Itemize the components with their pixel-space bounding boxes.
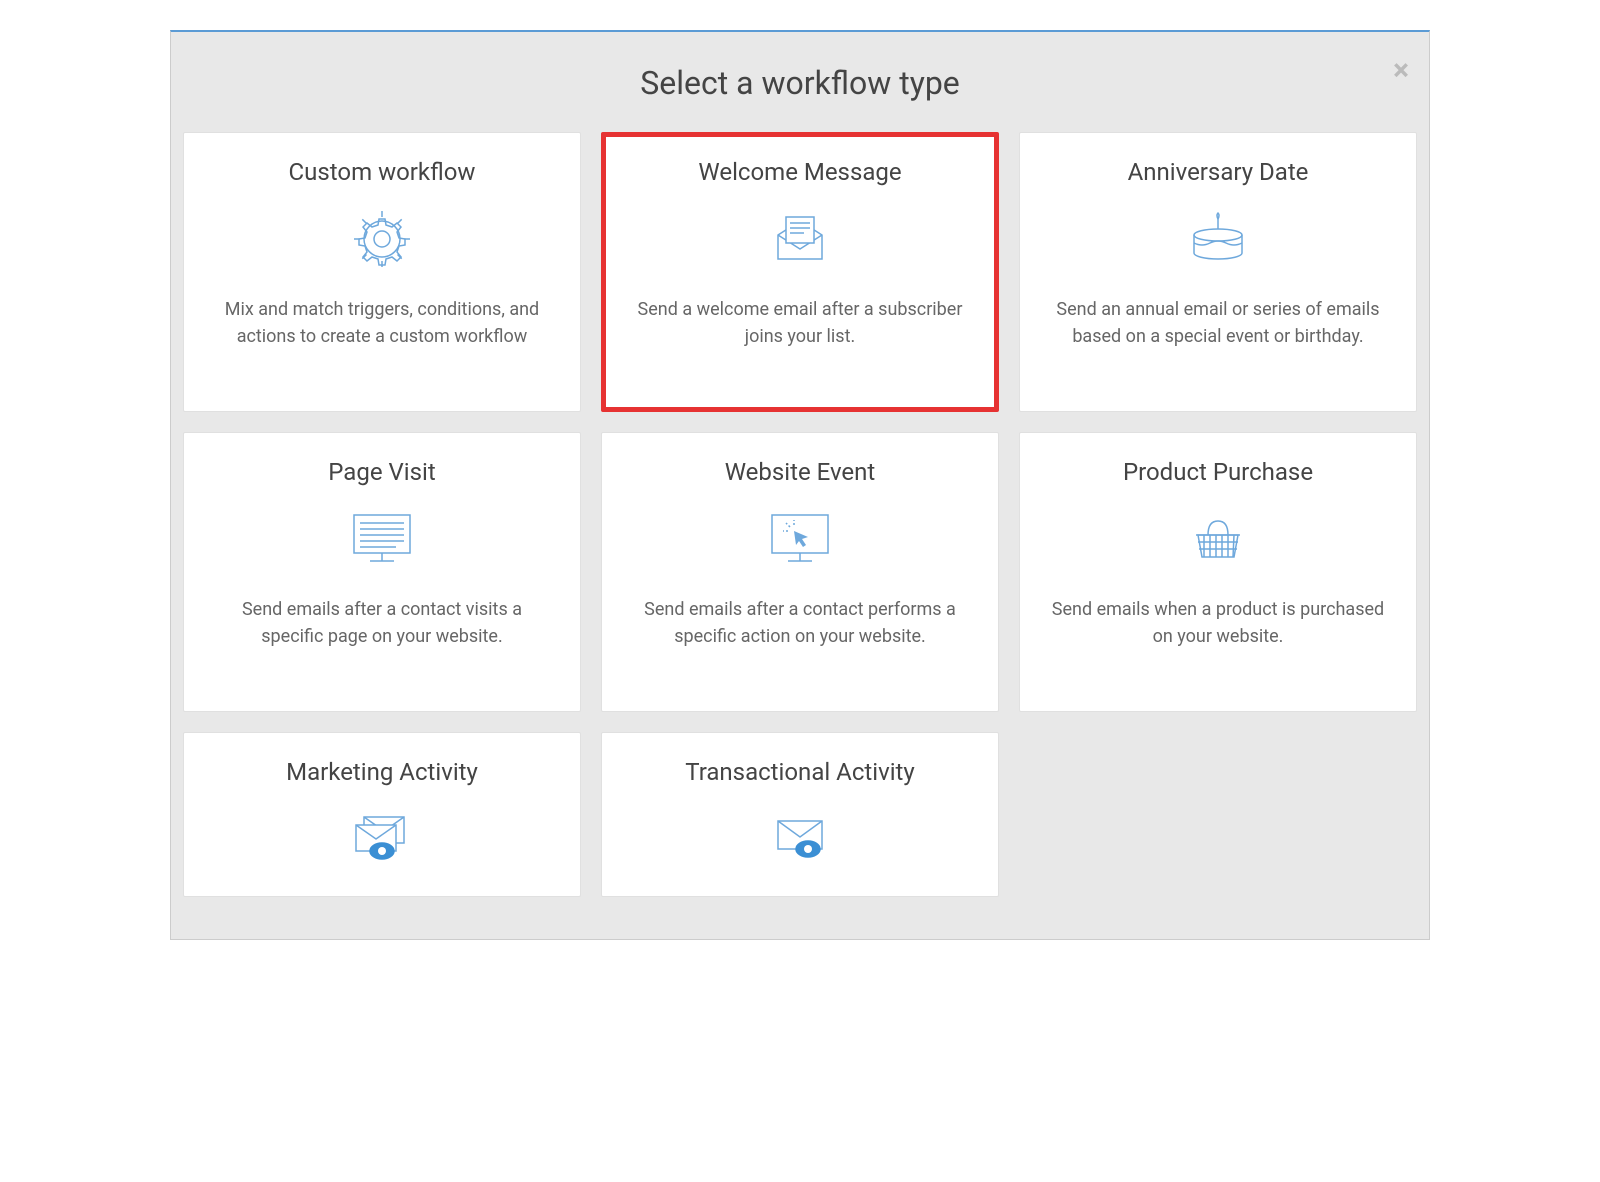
workflow-card-welcome[interactable]: Welcome Message Send a welcome email aft… — [601, 132, 999, 412]
workflow-card-product-purchase[interactable]: Product Purchase Send emails when a prod… — [1019, 432, 1417, 712]
card-title: Marketing Activity — [286, 758, 478, 786]
card-description: Send an annual email or series of emails… — [1045, 296, 1391, 350]
page-monitor-icon — [346, 504, 418, 574]
welcome-envelope-icon — [768, 204, 832, 274]
card-title: Product Purchase — [1123, 458, 1313, 486]
event-monitor-icon — [764, 504, 836, 574]
card-description: Send a welcome email after a subscriber … — [627, 296, 973, 350]
workflow-card-marketing[interactable]: Marketing Activity — [183, 732, 581, 897]
workflow-type-modal: Select a workflow type × Custom workflow… — [170, 30, 1430, 940]
marketing-envelope-icon — [346, 804, 418, 874]
modal-header: Select a workflow type × — [183, 44, 1417, 132]
workflow-card-custom[interactable]: Custom workflow Mix and match triggers, … — [183, 132, 581, 412]
card-description: Send emails when a product is purchased … — [1045, 596, 1391, 650]
workflow-card-transactional[interactable]: Transactional Activity — [601, 732, 999, 897]
card-description: Send emails after a contact performs a s… — [627, 596, 973, 650]
basket-icon — [1186, 504, 1250, 574]
card-title: Custom workflow — [289, 158, 476, 186]
card-title: Welcome Message — [698, 158, 901, 186]
card-description: Send emails after a contact visits a spe… — [209, 596, 555, 650]
card-title: Transactional Activity — [685, 758, 914, 786]
workflow-card-grid: Custom workflow Mix and match triggers, … — [183, 132, 1417, 897]
card-title: Anniversary Date — [1128, 158, 1309, 186]
workflow-card-page-visit[interactable]: Page Visit Send emails after a contact v… — [183, 432, 581, 712]
cake-icon — [1186, 204, 1250, 274]
modal-title: Select a workflow type — [183, 64, 1417, 102]
workflow-card-website-event[interactable]: Website Event Send emails after a contac… — [601, 432, 999, 712]
gear-icon — [350, 204, 414, 274]
workflow-card-anniversary[interactable]: Anniversary Date Send an annual email or… — [1019, 132, 1417, 412]
card-title: Page Visit — [328, 458, 435, 486]
transactional-envelope-icon — [768, 804, 832, 874]
card-title: Website Event — [725, 458, 876, 486]
card-description: Mix and match triggers, conditions, and … — [209, 296, 555, 350]
empty-cell — [1019, 732, 1417, 897]
close-icon[interactable]: × — [1393, 56, 1409, 86]
